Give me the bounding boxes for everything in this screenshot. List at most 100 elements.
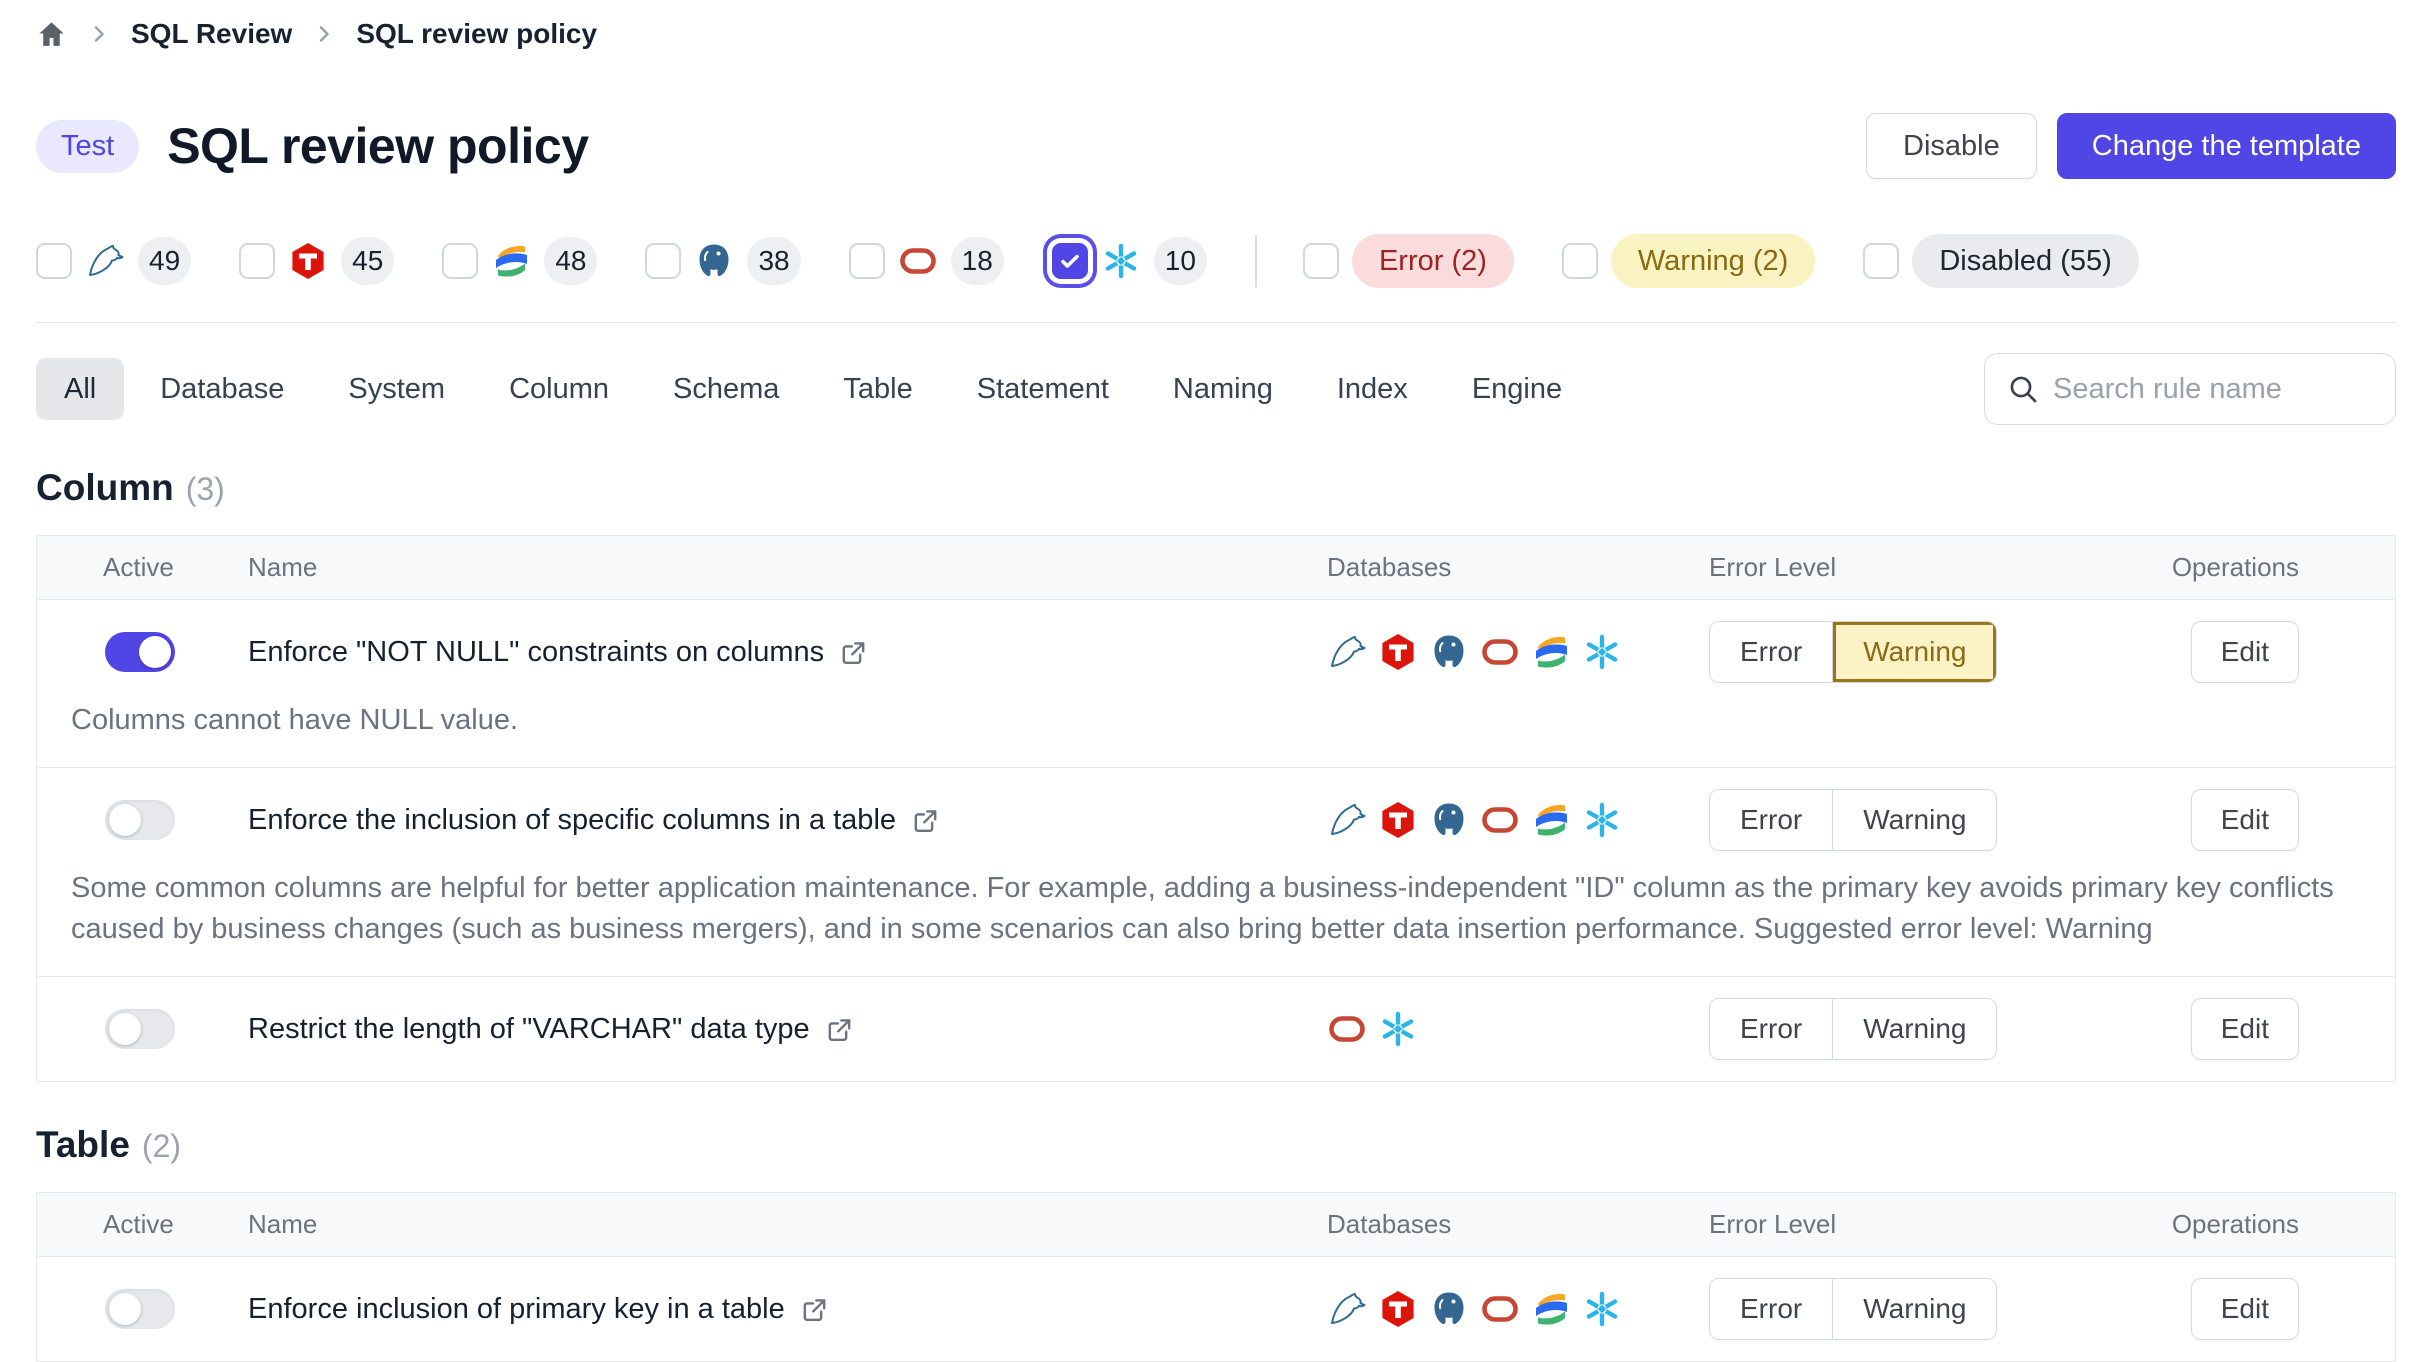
breadcrumb: SQL Review SQL review policy (36, 0, 2396, 52)
table-header-row: Active Name Databases Error Level Operat… (37, 536, 2395, 600)
tab-table[interactable]: Table (815, 358, 940, 420)
column-header-error-level: Error Level (1709, 552, 2125, 583)
error-level-error-button[interactable]: Error (1710, 1279, 1832, 1339)
error-level-warning-button[interactable]: Warning (1832, 999, 1996, 1059)
error-level-error-button[interactable]: Error (1710, 790, 1832, 850)
search-icon (2007, 373, 2039, 405)
rule-name-link[interactable]: Restrict the length of "VARCHAR" data ty… (248, 1013, 810, 1046)
divider (36, 322, 2396, 323)
postgresql-icon (1429, 800, 1469, 840)
mysql-icon (1327, 632, 1367, 672)
oceanbase-icon (491, 241, 531, 281)
oracle-icon (898, 241, 938, 281)
level-filter-checkbox[interactable] (1303, 243, 1339, 279)
search-input[interactable] (2053, 373, 2373, 406)
mysql-icon (1327, 800, 1367, 840)
oceanbase-icon (1531, 800, 1571, 840)
error-level-warning-button[interactable]: Warning (1832, 790, 1996, 850)
error-level-warning-button-selected[interactable]: Warning (1832, 622, 1996, 682)
rule-active-toggle-on[interactable] (105, 632, 175, 672)
environment-badge: Test (36, 120, 139, 173)
engine-filter-checkbox[interactable] (36, 243, 72, 279)
error-level-error-button[interactable]: Error (1710, 622, 1832, 682)
engine-filter-checkbox[interactable] (442, 243, 478, 279)
category-tabs: All Database System Column Schema Table … (36, 353, 2396, 425)
level-filter-error[interactable]: Error (2) (1303, 234, 1514, 288)
engine-filter-count: 10 (1154, 237, 1207, 285)
error-count-pill: Error (2) (1352, 234, 1514, 288)
level-filter-warning[interactable]: Warning (2) (1562, 234, 1815, 288)
section-count: (2) (142, 1128, 181, 1165)
external-link-icon (911, 806, 940, 835)
tab-engine[interactable]: Engine (1444, 358, 1590, 420)
error-level-warning-button[interactable]: Warning (1832, 1279, 1996, 1339)
oracle-icon (1327, 1009, 1367, 1049)
tidb-icon (1378, 800, 1418, 840)
engine-filter-checkbox[interactable] (645, 243, 681, 279)
tab-all[interactable]: All (36, 358, 124, 420)
change-template-button[interactable]: Change the template (2057, 113, 2396, 179)
engine-filter-postgresql[interactable]: 38 (645, 237, 800, 285)
rule-name-link[interactable]: Enforce "NOT NULL" constraints on column… (248, 636, 824, 669)
rule-databases (1327, 1009, 1709, 1049)
rule-row: Enforce inclusion of primary key in a ta… (37, 1257, 2395, 1361)
oracle-icon (1480, 632, 1520, 672)
disable-button[interactable]: Disable (1866, 113, 2037, 179)
tab-index[interactable]: Index (1309, 358, 1436, 420)
error-level-control: Error Warning (1709, 621, 1997, 683)
postgresql-icon (1429, 1289, 1469, 1329)
external-link-icon (839, 638, 868, 667)
tidb-icon (1378, 632, 1418, 672)
rule-active-toggle-off[interactable] (105, 1009, 175, 1049)
warning-count-pill: Warning (2) (1611, 234, 1815, 288)
tab-system[interactable]: System (320, 358, 473, 420)
rule-name-link[interactable]: Enforce the inclusion of specific column… (248, 804, 896, 837)
engine-filter-oracle[interactable]: 18 (849, 237, 1004, 285)
tidb-icon (1378, 1289, 1418, 1329)
tab-schema[interactable]: Schema (645, 358, 807, 420)
rule-name-link[interactable]: Enforce inclusion of primary key in a ta… (248, 1293, 785, 1326)
edit-button[interactable]: Edit (2191, 621, 2299, 683)
tab-column[interactable]: Column (481, 358, 637, 420)
rule-databases (1327, 632, 1709, 672)
rule-active-toggle-off[interactable] (105, 1289, 175, 1329)
column-header-operations: Operations (2125, 1209, 2395, 1240)
section-count: (3) (186, 471, 225, 508)
engine-filter-tidb[interactable]: 45 (239, 237, 394, 285)
engine-filter-checkbox[interactable] (239, 243, 275, 279)
engine-filter-snowflake[interactable]: 10 (1052, 237, 1207, 285)
edit-button[interactable]: Edit (2191, 789, 2299, 851)
engine-filter-mysql[interactable]: 49 (36, 237, 191, 285)
tab-naming[interactable]: Naming (1145, 358, 1301, 420)
tab-database[interactable]: Database (132, 358, 312, 420)
oracle-icon (1480, 1289, 1520, 1329)
rule-row: Enforce the inclusion of specific column… (37, 767, 2395, 976)
rule-row: Restrict the length of "VARCHAR" data ty… (37, 976, 2395, 1081)
chevron-right-icon (312, 22, 336, 46)
rules-table-table: Active Name Databases Error Level Operat… (36, 1192, 2396, 1362)
postgresql-icon (1429, 632, 1469, 672)
engine-filter-checkbox[interactable] (849, 243, 885, 279)
home-icon[interactable] (36, 19, 67, 50)
level-filter-checkbox[interactable] (1562, 243, 1598, 279)
filter-divider (1255, 235, 1257, 287)
tab-statement[interactable]: Statement (949, 358, 1137, 420)
rule-description: Columns cannot have NULL value. (37, 700, 2337, 767)
edit-button[interactable]: Edit (2191, 1278, 2299, 1340)
column-header-databases: Databases (1327, 1209, 1709, 1240)
breadcrumb-sql-review-policy[interactable]: SQL review policy (356, 18, 597, 50)
tidb-icon (288, 241, 328, 281)
check-icon (1058, 249, 1082, 273)
edit-button[interactable]: Edit (2191, 998, 2299, 1060)
snowflake-icon (1582, 800, 1622, 840)
column-header-name: Name (248, 552, 1327, 583)
engine-filter-checkbox-checked[interactable] (1052, 243, 1088, 279)
level-filter-disabled[interactable]: Disabled (55) (1863, 234, 2138, 288)
level-filter-checkbox[interactable] (1863, 243, 1899, 279)
engine-filter-oceanbase[interactable]: 48 (442, 237, 597, 285)
rule-active-toggle-off[interactable] (105, 800, 175, 840)
breadcrumb-sql-review[interactable]: SQL Review (131, 18, 292, 50)
oceanbase-icon (1531, 632, 1571, 672)
engine-filter-count: 45 (341, 237, 394, 285)
error-level-error-button[interactable]: Error (1710, 999, 1832, 1059)
